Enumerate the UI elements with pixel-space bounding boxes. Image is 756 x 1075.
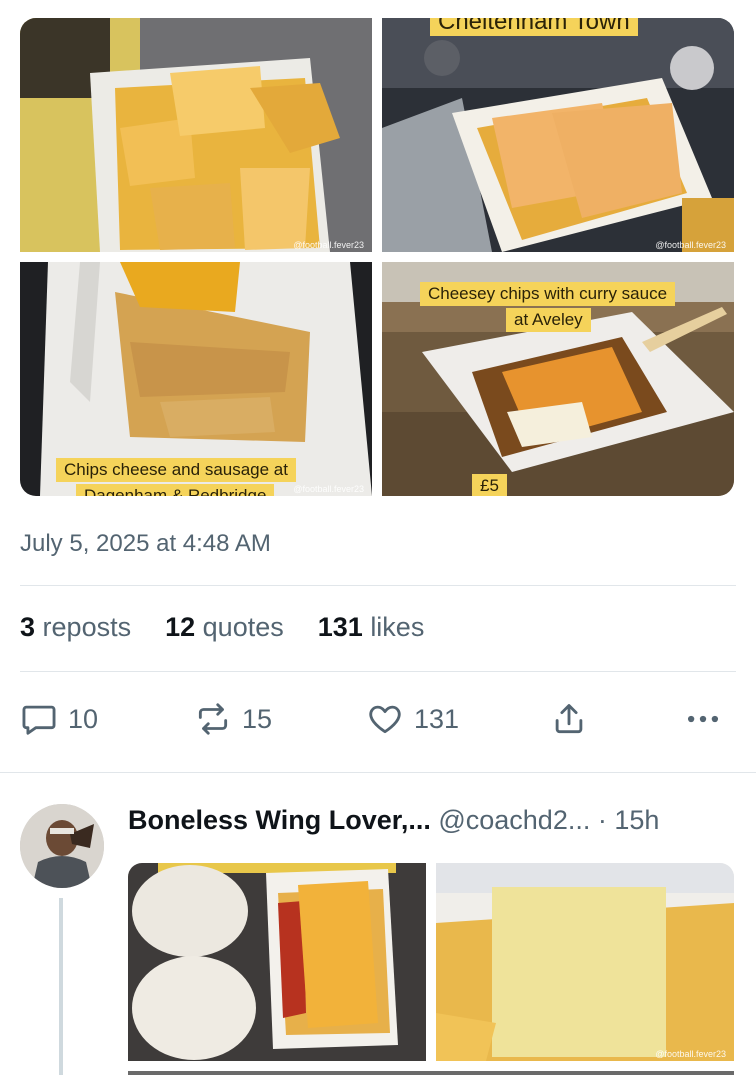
- price-label: £5: [472, 474, 507, 496]
- share-button[interactable]: [550, 700, 598, 738]
- image-caption: Chips cheese and sausage at: [56, 458, 296, 482]
- reply-image-row-2: [128, 1071, 734, 1075]
- post-image-1[interactable]: @football.fever23: [20, 18, 372, 252]
- repost-count: 15: [242, 703, 273, 734]
- repost-button[interactable]: 15: [194, 700, 272, 738]
- reposts-label: reposts: [42, 612, 132, 642]
- more-icon: [687, 715, 719, 723]
- image-caption-line2: at Aveley: [506, 308, 591, 332]
- reposts-count: 3: [20, 612, 36, 642]
- post-stats: 3 reposts 12 quotes 131 likes: [20, 612, 458, 643]
- reposts-stat[interactable]: 3 reposts: [20, 612, 131, 643]
- image-caption-line2: Dagenham & Redbridge: [76, 484, 275, 496]
- reply-time[interactable]: · 15h: [598, 805, 660, 835]
- divider: [20, 671, 736, 672]
- media-grid: @football.fever23 Cheltenham Town @footb…: [20, 18, 734, 496]
- reply-header: Boneless Wing Lover,... @coachd2... · 15…: [128, 805, 659, 836]
- quotes-label: quotes: [202, 612, 284, 642]
- like-button[interactable]: 131: [366, 700, 459, 738]
- likes-stat[interactable]: 131 likes: [318, 612, 425, 643]
- watermark: @football.fever23: [293, 484, 364, 494]
- thread-line: [59, 898, 63, 1075]
- post-image-3[interactable]: Chips cheese and sausage at Dagenham & R…: [20, 262, 372, 496]
- image-caption: Cheesey chips with curry sauce: [420, 282, 676, 306]
- quotes-stat[interactable]: 12 quotes: [165, 612, 284, 643]
- quotes-count: 12: [165, 612, 196, 642]
- post-timestamp[interactable]: July 5, 2025 at 4:48 AM: [20, 530, 271, 558]
- reply-media-grid: @football.fever23: [128, 863, 734, 1075]
- cheese-slice-chips-photo: [436, 863, 734, 1061]
- likes-label: likes: [370, 612, 425, 642]
- fries-cheese-photo: [20, 18, 372, 252]
- reply-image-2[interactable]: @football.fever23: [436, 863, 734, 1061]
- buns-cheese-photo: [128, 863, 426, 1061]
- avatar-photo: [20, 804, 104, 888]
- post-image-4[interactable]: Cheesey chips with curry sauce at Aveley…: [382, 262, 734, 496]
- reply-count: 10: [68, 703, 99, 734]
- post-image-2[interactable]: Cheltenham Town @football.fever23: [382, 18, 734, 252]
- watermark: @football.fever23: [655, 240, 726, 250]
- section-divider: [0, 772, 756, 773]
- reply-icon: [22, 705, 56, 735]
- reply-button[interactable]: 10: [20, 700, 98, 738]
- likes-count: 131: [317, 612, 363, 642]
- author-name[interactable]: Boneless Wing Lover,...: [128, 805, 431, 835]
- share-icon: [555, 704, 583, 734]
- more-button[interactable]: [684, 700, 732, 738]
- like-count: 131: [414, 703, 460, 734]
- reply-image-1[interactable]: [128, 863, 426, 1061]
- repost-icon: [198, 703, 228, 735]
- avatar[interactable]: [20, 804, 104, 888]
- divider: [20, 585, 736, 586]
- like-icon: [369, 705, 401, 734]
- author-handle[interactable]: @coachd2...: [438, 805, 590, 835]
- watermark: @football.fever23: [655, 1049, 726, 1059]
- stadium-fries-photo: [382, 18, 734, 252]
- image-caption: Cheltenham Town: [430, 18, 638, 36]
- watermark: @football.fever23: [293, 240, 364, 250]
